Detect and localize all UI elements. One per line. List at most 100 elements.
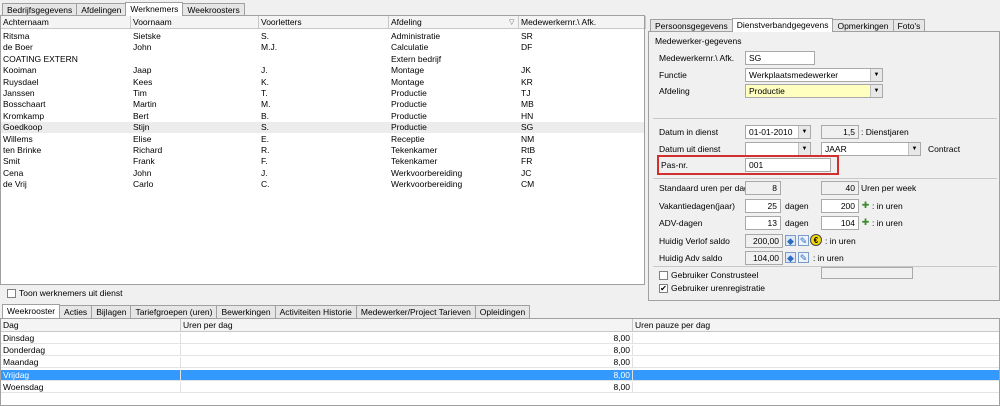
contract-select[interactable]: JAAR ▼ <box>821 142 921 156</box>
tab-bewerkingen[interactable]: Bewerkingen <box>216 305 276 318</box>
tab-weekrooster[interactable]: Weekrooster <box>2 304 61 318</box>
col-voornaam[interactable]: Voornaam <box>131 16 259 29</box>
employee-row[interactable]: Goedkoop Stijn S. Productie SG <box>1 122 644 134</box>
tab-dienstverband[interactable]: Dienstverbandgegevens <box>731 18 834 32</box>
schedule-row[interactable]: Dinsdag 8,00 <box>1 333 999 344</box>
employee-row[interactable]: Smit Frank F. Tekenkamer FR <box>1 156 644 167</box>
vakantie-field[interactable]: 25 <box>745 199 781 213</box>
urenreg-label: Gebruiker urenregistratie <box>671 283 766 293</box>
tab-acties[interactable]: Acties <box>59 305 93 318</box>
afdeling-select[interactable]: Productie ▼ <box>745 84 883 98</box>
tab-activiteiten-historie[interactable]: Activiteiten Historie <box>274 305 357 318</box>
employee-row[interactable]: ten Brinke Richard R. Tekenkamer RtB <box>1 145 644 156</box>
emp-medewerkernr: KR <box>521 76 533 87</box>
col-dag[interactable]: Dag <box>1 319 181 332</box>
schedule-row[interactable]: Donderdag 8,00 <box>1 345 999 357</box>
emp-afdeling: Montage <box>391 76 425 87</box>
employee-row[interactable]: COATING EXTERN Extern bedrijf <box>1 54 644 65</box>
schedule-row[interactable]: Woensdag 8,00 <box>1 381 999 393</box>
vakantie-uren-field[interactable]: 200 <box>821 199 859 213</box>
emp-achternaam: Ruysdael <box>3 76 39 87</box>
functie-label: Functie <box>659 70 687 80</box>
schedule-grid-header: Dag Uren per dag Uren pauze per dag <box>1 319 999 332</box>
emp-voornaam: Jaap <box>133 65 152 76</box>
emp-medewerkernr: TJ <box>521 88 531 98</box>
employee-row[interactable]: Janssen Tim T. Productie TJ <box>1 88 644 99</box>
emp-afdeling: Administratie <box>391 31 441 41</box>
employee-row[interactable]: Willems Elise E. Receptie NM <box>1 134 644 145</box>
tab-project-tarieven[interactable]: Medewerker/Project Tarieven <box>355 305 476 318</box>
emp-voornaam: Richard <box>133 145 163 155</box>
emp-afdeling: Calculatie <box>391 42 429 53</box>
employee-row[interactable]: Kromkamp Bert B. Productie HN <box>1 111 644 122</box>
col-uren-pauze[interactable]: Uren pauze per dag <box>633 319 1000 332</box>
emp-voornaam: Bert <box>133 110 149 121</box>
in-uren-label: : in uren <box>813 253 844 263</box>
diamond-icon[interactable]: ◆ <box>785 252 796 263</box>
datum-in-field[interactable]: 01-01-2010 ▼ <box>745 125 811 139</box>
col-uren-per-dag[interactable]: Uren per dag <box>181 319 633 332</box>
emp-voorletters: J. <box>261 167 268 178</box>
urenreg-checkbox[interactable]: ✔ <box>659 284 668 293</box>
datum-uit-field[interactable]: ▼ <box>745 142 811 156</box>
std-uren-field[interactable]: 8 <box>745 181 781 195</box>
emp-voornaam: John <box>133 167 152 178</box>
employee-row[interactable]: Ritsma Sietske S. Administratie SR <box>1 31 644 42</box>
edit-icon[interactable]: ✎ <box>798 235 809 246</box>
calculate-icon[interactable]: ✚ <box>860 217 871 228</box>
col-medewerkernr[interactable]: Medewerkernr.\ Afk. <box>519 16 646 29</box>
calculate-icon[interactable]: ✚ <box>860 200 871 211</box>
pasnr-field[interactable]: 001 <box>745 158 831 172</box>
functie-select[interactable]: Werkplaatsmedewerker ▼ <box>745 68 883 82</box>
col-achternaam[interactable]: Achternaam <box>1 16 131 29</box>
emp-medewerkernr: JK <box>521 65 531 76</box>
emp-voornaam: Stijn <box>133 122 150 133</box>
toon-uit-dienst-checkbox[interactable] <box>7 289 16 298</box>
schedule-row[interactable]: Vrijdag 8,00 <box>1 369 999 381</box>
emp-voorletters: E. <box>261 133 270 144</box>
chevron-down-icon: ▼ <box>908 143 920 155</box>
sched-uren: 8,00 <box>181 369 633 381</box>
adv-field[interactable]: 13 <box>745 216 781 230</box>
schedule-row[interactable]: Maandag 8,00 <box>1 357 999 369</box>
emp-voorletters: F. <box>261 156 268 167</box>
chevron-down-icon: ▼ <box>798 143 810 155</box>
emp-medewerkernr: RtB <box>521 145 536 155</box>
sched-dag: Dinsdag <box>1 333 181 344</box>
afdeling-label: Afdeling <box>659 86 690 96</box>
tab-werknemers[interactable]: Werknemers <box>125 2 184 16</box>
col-afdeling[interactable]: Afdeling <box>389 16 519 29</box>
tab-tariefgroepen[interactable]: Tariefgroepen (uren) <box>130 305 218 318</box>
sched-dag: Woensdag <box>1 381 181 393</box>
adv-uren-field[interactable]: 104 <box>821 216 859 230</box>
emp-voorletters: M.J. <box>261 42 278 53</box>
mnr-field[interactable]: SG <box>745 51 815 65</box>
chevron-down-icon: ▼ <box>870 69 882 81</box>
emp-achternaam: Bosschaart <box>3 99 46 110</box>
euro-icon[interactable]: € <box>810 234 822 246</box>
emp-medewerkernr: JC <box>521 167 532 178</box>
employee-row[interactable]: Kooiman Jaap J. Montage JK <box>1 65 644 76</box>
sched-uren: 8,00 <box>181 345 633 357</box>
employee-row[interactable]: Bosschaart Martin M. Productie MB <box>1 99 644 110</box>
employee-row[interactable]: de Vrij Carlo C. Werkvoorbereiding CM <box>1 179 644 190</box>
emp-achternaam: Ritsma <box>3 31 30 41</box>
filter-icon[interactable]: ▽ <box>509 18 514 26</box>
employee-row[interactable]: Cena John J. Werkvoorbereiding JC <box>1 168 644 179</box>
chevron-down-icon: ▼ <box>798 126 810 138</box>
emp-afdeling: Werkvoorbereiding <box>391 167 463 178</box>
col-voorletters[interactable]: Voorletters <box>259 16 389 29</box>
employee-row[interactable]: de Boer John M.J. Calculatie DF <box>1 42 644 53</box>
construsteel-field <box>821 267 913 279</box>
emp-voorletters: S. <box>261 31 270 41</box>
uren-week-label: Uren per week <box>861 183 917 193</box>
construsteel-checkbox[interactable] <box>659 271 668 280</box>
tab-bijlagen[interactable]: Bijlagen <box>91 305 132 318</box>
employee-row[interactable]: Ruysdael Kees K. Montage KR <box>1 77 644 88</box>
detail-tabbar: Persoonsgegevens Dienstverbandgegevens O… <box>650 18 926 32</box>
contract-label: Contract <box>928 144 961 154</box>
diamond-icon[interactable]: ◆ <box>785 235 796 246</box>
edit-icon[interactable]: ✎ <box>798 252 809 263</box>
sched-uren: 8,00 <box>181 357 633 369</box>
tab-opleidingen[interactable]: Opleidingen <box>474 305 531 318</box>
